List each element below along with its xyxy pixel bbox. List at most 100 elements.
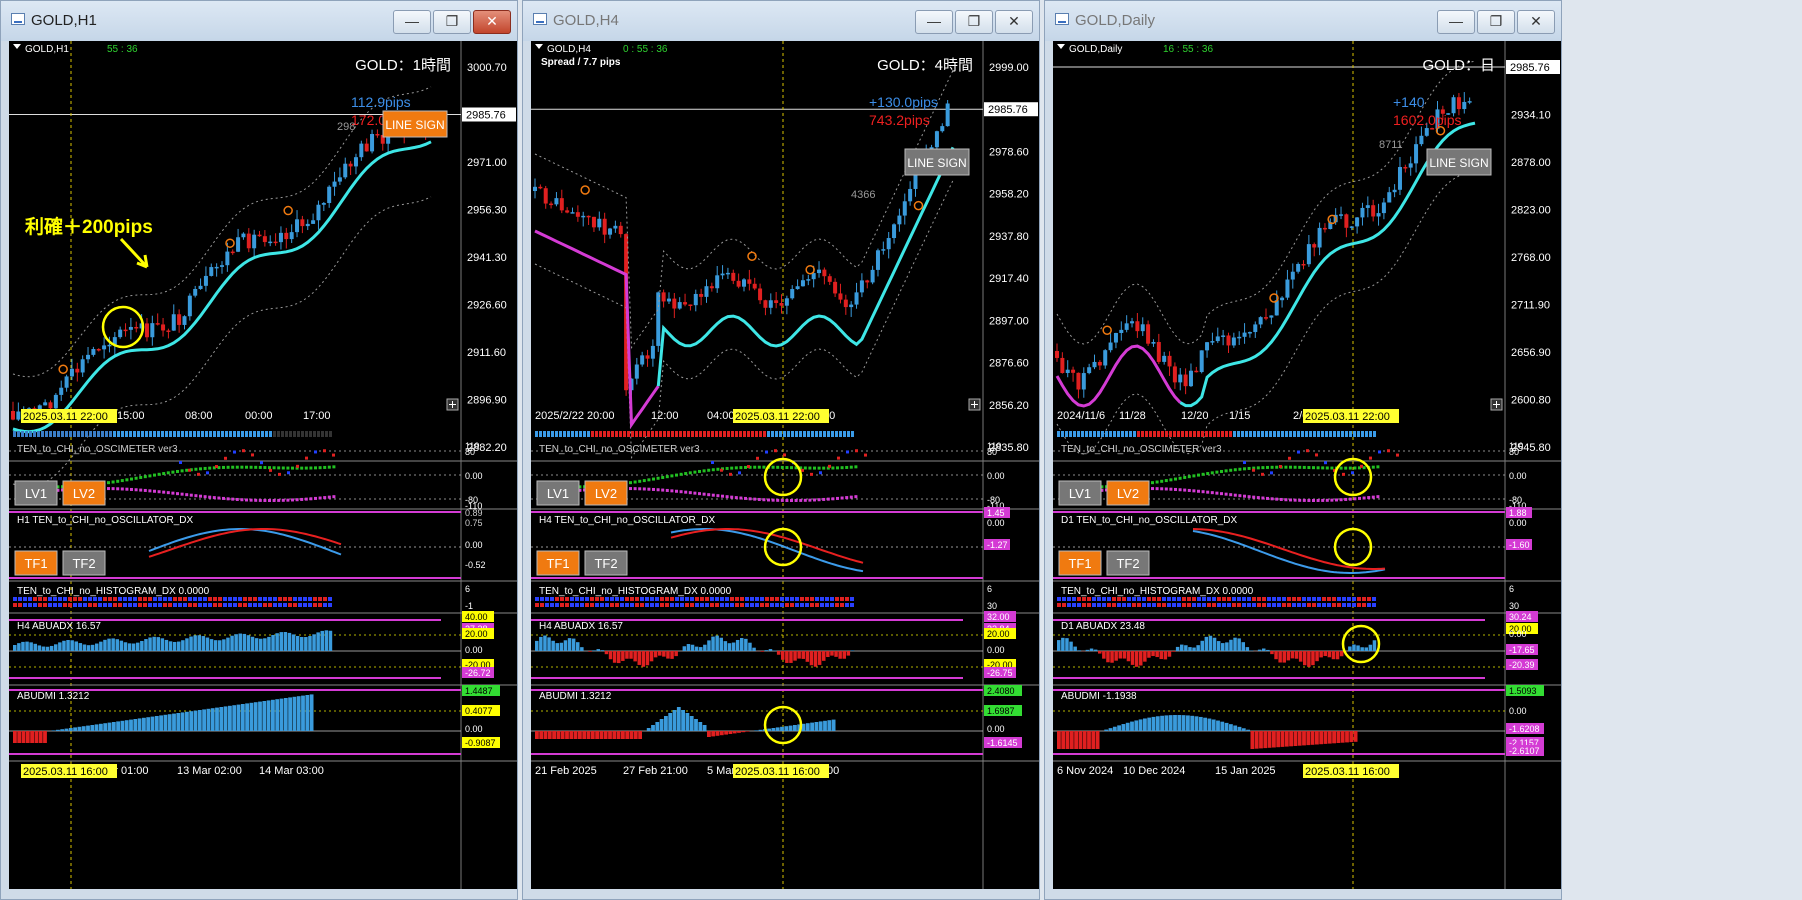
abudmi-bar: [56, 729, 60, 731]
close-button[interactable]: ✕: [473, 10, 511, 34]
ma-value-label: 8711: [1379, 139, 1403, 151]
tf1-button[interactable]: TF1: [536, 550, 580, 576]
title-bar[interactable]: GOLD,H4— ❐ ✕: [523, 1, 1039, 41]
lv1-button[interactable]: LV1: [536, 480, 580, 506]
abudmi-axis-label: -2.6107: [1509, 746, 1540, 756]
chart-canvas[interactable]: 3000.702985.762971.002956.302941.302926.…: [9, 41, 517, 889]
histogram-cell: [685, 597, 689, 601]
abudmi-bar: [754, 730, 759, 731]
trend-strip-cell: [1201, 431, 1204, 437]
trend-strip-cell: [1237, 431, 1240, 437]
maximize-button[interactable]: ❐: [433, 10, 471, 34]
abuadx-bar: [547, 637, 551, 651]
title-bar[interactable]: GOLD,H1— ❐ ✕: [1, 1, 517, 41]
trend-strip-cell: [65, 431, 68, 437]
price-tick-label: 2971.00: [467, 157, 507, 169]
abuadx-bar: [760, 651, 764, 652]
histogram-cell: [845, 597, 849, 601]
tf1-button[interactable]: TF1: [14, 550, 58, 576]
trend-strip-cell: [157, 431, 160, 437]
trend-strip-cell: [1253, 431, 1256, 437]
histogram-cell: [293, 597, 297, 601]
histogram-cell: [730, 603, 734, 607]
lv1-button[interactable]: LV1: [1058, 480, 1102, 506]
candle-body: [565, 210, 570, 213]
histogram-cell: [795, 603, 799, 607]
candle-body: [666, 298, 671, 302]
bottom-highlight-label: 2025.03.11 16:00: [23, 766, 108, 778]
oscimeter-dot: [1371, 465, 1375, 469]
minimize-button[interactable]: —: [1437, 10, 1475, 34]
histogram-cell: [83, 603, 87, 607]
abuadx-bar: [74, 641, 78, 651]
chart-canvas[interactable]: 2999.002985.762978.602958.202937.802917.…: [531, 41, 1039, 889]
candle-body: [246, 233, 251, 249]
minimize-button[interactable]: —: [393, 10, 431, 34]
chart-window-h1[interactable]: GOLD,H1— ❐ ✕ 3000.70 2985.76 2971.00 2956.30 29…: [0, 0, 518, 900]
abuadx-bar: [1167, 651, 1172, 657]
chart-heading: GOLD：日: [1422, 57, 1495, 74]
abudmi-bar: [1353, 731, 1358, 742]
abuadx-bar: [33, 643, 37, 651]
chart-window-h4[interactable]: GOLD,H4— ❐ ✕ 2999.00 2985.76 2978.60 2958.20 29…: [522, 0, 1040, 900]
lv2-button[interactable]: LV2: [1106, 480, 1150, 506]
histogram-cell: [1347, 603, 1351, 607]
bottom-time-label: 5 Mar: [707, 765, 735, 777]
oscimeter-dot: [1197, 473, 1200, 477]
line-sign-button[interactable]: LINE SIGN: [1426, 148, 1492, 176]
tf2-button[interactable]: TF2: [62, 550, 106, 576]
oscimeter-dot: [1164, 479, 1168, 483]
line-sign-button[interactable]: LINE SIGN: [382, 110, 448, 138]
pips-total: 743.2pips: [869, 112, 930, 128]
oscimeter-dot: [251, 453, 254, 457]
trend-strip-cell: [1213, 431, 1216, 437]
chart-window-daily[interactable]: GOLD,Daily — ❐ ✕ 2985.76 2934.10 2878.00 2823.0…: [1044, 0, 1562, 900]
trend-strip-cell: [217, 431, 220, 437]
trend-strip-cell: [1209, 431, 1212, 437]
abudmi-bar: [621, 731, 625, 739]
trend-strip-cell: [1185, 431, 1188, 437]
histogram-cell: [1157, 597, 1161, 601]
close-button[interactable]: ✕: [1517, 10, 1555, 34]
histogram-cell: [770, 597, 774, 601]
candle-body: [677, 302, 682, 309]
histogram-cell: [1202, 597, 1206, 601]
title-bar[interactable]: GOLD,Daily — ❐ ✕: [1045, 1, 1561, 41]
close-button[interactable]: ✕: [995, 10, 1033, 34]
abudmi-bar: [745, 731, 750, 732]
tf1-button[interactable]: TF1: [1058, 550, 1102, 576]
maximize-button[interactable]: ❐: [955, 10, 993, 34]
minimize-button[interactable]: —: [915, 10, 953, 34]
lv2-button[interactable]: LV2: [584, 480, 628, 506]
chart-canvas[interactable]: 2985.762934.102878.002823.002768.002711.…: [1053, 41, 1561, 889]
abudmi-axis-label: 0.00: [465, 724, 483, 734]
oscimeter-dot: [153, 489, 156, 493]
histogram-cell: [1347, 597, 1351, 601]
histogram-cell: [645, 597, 649, 601]
abudmi-bar: [180, 712, 185, 731]
oscimeter-dot: [130, 477, 133, 481]
abuadx-axis-label: 30.24: [1509, 612, 1532, 622]
trend-strip-cell: [1193, 431, 1196, 437]
lv2-button[interactable]: LV2: [62, 480, 106, 506]
oscimeter-dot: [767, 498, 770, 502]
abuadx-bar: [1143, 651, 1147, 662]
line-sign-button[interactable]: LINE SIGN: [904, 148, 970, 176]
abudmi-bar: [1302, 731, 1306, 746]
abuadx-bar: [324, 630, 329, 651]
abudmi-bar: [296, 696, 301, 731]
tf2-button[interactable]: TF2: [1106, 550, 1150, 576]
histogram-cell: [1172, 597, 1176, 601]
time-tick-label: 2024/11/6: [1057, 410, 1105, 422]
oscillator-dx-title: H4 TEN_to_CHI_no_OSCILLATOR_DX: [539, 515, 716, 526]
tf2-button[interactable]: TF2: [584, 550, 628, 576]
histogram-cell: [820, 603, 824, 607]
maximize-button[interactable]: ❐: [1477, 10, 1515, 34]
abudmi-bar: [197, 710, 202, 731]
lv1-button[interactable]: LV1: [14, 480, 58, 506]
abudmi-bar: [582, 731, 587, 739]
candle-body: [1296, 263, 1301, 272]
abuadx-bar: [740, 638, 744, 651]
candle-body: [645, 355, 650, 359]
histogram-cell: [1102, 603, 1106, 607]
